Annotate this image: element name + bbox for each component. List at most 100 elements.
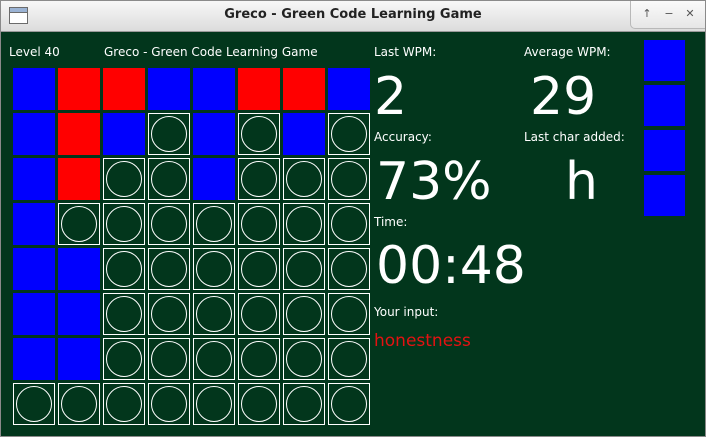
- empty-slot-circle: [331, 341, 367, 377]
- title-bar[interactable]: Greco - Green Code Learning Game ↑ − ✕: [1, 1, 705, 32]
- empty-cell: [238, 158, 280, 200]
- red-block: [58, 113, 100, 155]
- blue-block: [58, 248, 100, 290]
- empty-cell: [283, 248, 325, 290]
- empty-cell: [328, 158, 370, 200]
- empty-cell: [103, 203, 145, 245]
- empty-slot-circle: [106, 251, 142, 287]
- empty-cell: [148, 203, 190, 245]
- empty-slot-circle: [286, 341, 322, 377]
- empty-cell: [328, 113, 370, 155]
- accuracy-label: Accuracy:: [374, 130, 432, 144]
- empty-cell: [238, 113, 280, 155]
- empty-slot-circle: [286, 251, 322, 287]
- empty-cell: [103, 338, 145, 380]
- empty-slot-circle: [196, 386, 232, 422]
- empty-cell: [193, 248, 235, 290]
- empty-cell: [148, 158, 190, 200]
- empty-slot-circle: [286, 296, 322, 332]
- empty-slot-circle: [286, 206, 322, 242]
- user-input-field[interactable]: honestness: [374, 331, 471, 351]
- empty-cell: [328, 293, 370, 335]
- empty-slot-circle: [151, 161, 187, 197]
- level-label: Level 40: [9, 45, 60, 59]
- blue-block: [13, 293, 55, 335]
- empty-slot-circle: [331, 116, 367, 152]
- red-block: [58, 158, 100, 200]
- empty-cell: [148, 383, 190, 425]
- game-title-label: Greco - Green Code Learning Game: [104, 45, 318, 59]
- empty-cell: [193, 383, 235, 425]
- empty-slot-circle: [106, 341, 142, 377]
- average-wpm-label: Average WPM:: [524, 45, 611, 59]
- empty-cell: [193, 203, 235, 245]
- accuracy-value: 73%: [376, 152, 492, 212]
- time-value: 00:48: [376, 236, 526, 296]
- empty-cell: [148, 338, 190, 380]
- blue-block: [148, 68, 190, 110]
- empty-slot-circle: [151, 296, 187, 332]
- empty-slot-circle: [151, 386, 187, 422]
- empty-cell: [103, 383, 145, 425]
- empty-cell: [58, 383, 100, 425]
- empty-cell: [328, 383, 370, 425]
- empty-cell: [328, 203, 370, 245]
- window-title: Greco - Green Code Learning Game: [224, 7, 482, 22]
- blue-block: [193, 113, 235, 155]
- empty-slot-circle: [286, 386, 322, 422]
- empty-slot-circle: [241, 251, 277, 287]
- red-block: [238, 68, 280, 110]
- empty-slot-circle: [196, 206, 232, 242]
- empty-slot-circle: [61, 386, 97, 422]
- empty-slot-circle: [241, 116, 277, 152]
- last-wpm-label: Last WPM:: [374, 45, 437, 59]
- empty-slot-circle: [331, 206, 367, 242]
- empty-slot-circle: [196, 251, 232, 287]
- empty-cell: [103, 248, 145, 290]
- empty-slot-circle: [241, 296, 277, 332]
- empty-cell: [283, 203, 325, 245]
- empty-cell: [328, 338, 370, 380]
- last-char-value: h: [565, 152, 598, 212]
- blue-block: [13, 203, 55, 245]
- blue-block: [13, 68, 55, 110]
- last-wpm-value: 2: [374, 67, 408, 127]
- empty-slot-circle: [151, 341, 187, 377]
- maximize-icon[interactable]: ↑: [638, 6, 656, 22]
- average-wpm-value: 29: [530, 67, 597, 127]
- next-block-4: [644, 175, 685, 216]
- close-icon[interactable]: ✕: [681, 6, 699, 22]
- red-block: [103, 68, 145, 110]
- last-char-label: Last char added:: [524, 130, 625, 144]
- blue-block: [103, 113, 145, 155]
- blue-block: [58, 293, 100, 335]
- empty-cell: [103, 158, 145, 200]
- blue-block: [193, 158, 235, 200]
- empty-slot-circle: [331, 386, 367, 422]
- blue-block: [193, 68, 235, 110]
- empty-cell: [283, 158, 325, 200]
- empty-cell: [238, 203, 280, 245]
- empty-cell: [238, 338, 280, 380]
- empty-slot-circle: [151, 206, 187, 242]
- empty-cell: [283, 293, 325, 335]
- blue-block: [13, 338, 55, 380]
- empty-slot-circle: [196, 296, 232, 332]
- red-block: [283, 68, 325, 110]
- empty-slot-circle: [331, 161, 367, 197]
- empty-cell: [148, 293, 190, 335]
- window-controls: ↑ − ✕: [630, 1, 705, 29]
- empty-slot-circle: [241, 341, 277, 377]
- empty-slot-circle: [286, 161, 322, 197]
- empty-cell: [58, 203, 100, 245]
- empty-slot-circle: [106, 206, 142, 242]
- empty-cell: [13, 383, 55, 425]
- minimize-icon[interactable]: −: [660, 6, 678, 22]
- empty-slot-circle: [331, 296, 367, 332]
- blue-block: [58, 338, 100, 380]
- empty-slot-circle: [151, 251, 187, 287]
- blue-block: [283, 113, 325, 155]
- empty-slot-circle: [106, 296, 142, 332]
- next-block-2: [644, 85, 685, 126]
- empty-cell: [283, 338, 325, 380]
